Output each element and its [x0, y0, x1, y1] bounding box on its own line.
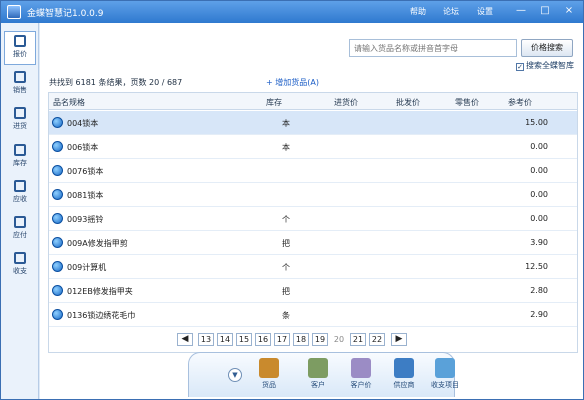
- inventory-icon: [14, 144, 26, 156]
- sidebar-item-label: 应付: [13, 231, 27, 239]
- customer-icon: [308, 358, 328, 378]
- table-row[interactable]: 0093摇铃个 0.00: [49, 207, 577, 231]
- sidebar-item-purchase[interactable]: 进货: [4, 104, 36, 138]
- search-summary: 共找到 6181 条结果，页数 20 / 687: [49, 78, 183, 87]
- page-19-button[interactable]: 19: [312, 333, 328, 346]
- bottom-quick-dock: ▼ 货品 客户 客户价 供应商 收支项目: [188, 352, 459, 397]
- checkbox-checked-icon[interactable]: ✓: [516, 63, 524, 71]
- settings-menu[interactable]: 设置: [477, 6, 493, 17]
- table-row[interactable]: 0136锁边绣花毛巾条 2.90: [49, 303, 577, 327]
- sidebar-item-label: 进货: [13, 122, 27, 130]
- app-icon: [7, 5, 21, 19]
- goods-icon: [259, 358, 279, 378]
- table-row[interactable]: 0081锁本 0.00: [49, 183, 577, 207]
- chart-icon: [14, 252, 26, 264]
- dock-item-goods[interactable]: 货品: [251, 358, 287, 396]
- forum-link[interactable]: 论坛: [443, 6, 459, 17]
- pagination: ◀ 13 14 15 16 17 18 19 20 21 22 ▶: [177, 333, 427, 348]
- payable-icon: [14, 216, 26, 228]
- window-title: 金蝶智慧记1.0.0.9: [27, 9, 104, 19]
- table-row[interactable]: 0076锁本 0.00: [49, 159, 577, 183]
- price-table: 品名规格 库存 进货价 批发价 零售价 参考价 004锁本本 15.00 006锁…: [48, 92, 578, 353]
- dock-item-label: 供应商: [393, 381, 415, 389]
- product-icon: [52, 261, 63, 272]
- table-header: 品名规格 库存 进货价 批发价 零售价 参考价: [49, 93, 577, 110]
- product-icon: [52, 117, 63, 128]
- collapse-dock-button[interactable]: ▼: [228, 368, 242, 382]
- table-row[interactable]: 012EB修发指甲夹把 2.80: [49, 279, 577, 303]
- dock-item-label: 客户价: [350, 381, 372, 389]
- product-icon: [52, 189, 63, 200]
- sidebar-item-label: 收支: [13, 267, 27, 275]
- page-15-button[interactable]: 15: [236, 333, 252, 346]
- search-smart-library-option[interactable]: ✓ 搜索全蝶智库: [516, 60, 582, 72]
- column-wholesale-price: 批发价: [396, 98, 420, 107]
- sidebar: 报价 销售 进货 库存 应收 应付 收支: [1, 23, 39, 399]
- next-page-button[interactable]: ▶: [391, 333, 407, 346]
- income-expense-icon: [435, 358, 455, 378]
- dock-item-label: 收支项目: [431, 381, 459, 389]
- sidebar-item-label: 销售: [13, 86, 27, 94]
- close-button[interactable]: ×: [559, 3, 579, 20]
- sidebar-item-payable[interactable]: 应付: [4, 213, 36, 247]
- column-purchase-price: 进货价: [334, 98, 358, 107]
- search-smart-library-label: 搜索全蝶智库: [526, 61, 574, 70]
- dock-item-supplier[interactable]: 供应商: [386, 358, 422, 396]
- table-row[interactable]: 009计算机个 12.50: [49, 255, 577, 279]
- purchase-cart-icon: [14, 107, 26, 119]
- table-row[interactable]: 004锁本本 15.00: [49, 111, 577, 135]
- sidebar-item-label: 报价: [13, 50, 27, 58]
- dock-item-income-expense[interactable]: 收支项目: [427, 358, 463, 396]
- product-icon: [52, 237, 63, 248]
- page-22-button[interactable]: 22: [369, 333, 385, 346]
- table-row[interactable]: 006锁本本 0.00: [49, 135, 577, 159]
- maximize-button[interactable]: □: [535, 3, 555, 20]
- customer-price-icon: [351, 358, 371, 378]
- table-row[interactable]: 009A修发指甲剪把 3.90: [49, 231, 577, 255]
- page-14-button[interactable]: 14: [217, 333, 233, 346]
- column-reference-price: 参考价: [508, 98, 532, 107]
- dock-item-label: 客户: [311, 381, 325, 389]
- minimize-button[interactable]: —: [511, 3, 531, 20]
- supplier-icon: [394, 358, 414, 378]
- page-16-button[interactable]: 16: [255, 333, 271, 346]
- sales-cart-icon: [14, 71, 26, 83]
- receivable-icon: [14, 180, 26, 192]
- application-window: 金蝶智慧记1.0.0.9 帮助 论坛 设置 — □ × 报价 销售 进货 库存 …: [0, 0, 584, 400]
- column-retail-price: 零售价: [455, 98, 479, 107]
- title-bar: 金蝶智慧记1.0.0.9 帮助 论坛 设置 — □ ×: [1, 1, 583, 23]
- page-18-button[interactable]: 18: [293, 333, 309, 346]
- product-icon: [52, 213, 63, 224]
- product-icon: [52, 141, 63, 152]
- column-stock: 库存: [266, 98, 282, 107]
- dock-item-customer[interactable]: 客户: [300, 358, 336, 396]
- page-21-button[interactable]: 21: [350, 333, 366, 346]
- page-13-button[interactable]: 13: [198, 333, 214, 346]
- sidebar-item-label: 库存: [13, 159, 27, 167]
- sidebar-item-receivable[interactable]: 应收: [4, 177, 36, 211]
- add-item-link[interactable]: + 增加货品(A): [266, 77, 319, 88]
- price-search-button[interactable]: 价格搜索: [521, 39, 573, 57]
- sidebar-item-label: 应收: [13, 195, 27, 203]
- page-17-button[interactable]: 17: [274, 333, 290, 346]
- product-icon: [52, 309, 63, 320]
- dock-item-customer-price[interactable]: 客户价: [343, 358, 379, 396]
- product-search-input[interactable]: [349, 39, 517, 57]
- sidebar-item-sales[interactable]: 销售: [4, 68, 36, 102]
- previous-page-button[interactable]: ◀: [177, 333, 193, 346]
- current-page: 20: [333, 335, 345, 344]
- product-icon: [52, 165, 63, 176]
- sidebar-item-quote[interactable]: 报价: [4, 31, 36, 65]
- quote-icon: [14, 35, 26, 47]
- sidebar-item-inventory[interactable]: 库存: [4, 141, 36, 175]
- dock-item-label: 货品: [262, 381, 276, 389]
- main-content: 价格搜索 ✓搜索全蝶智库 共找到 6181 条结果，页数 20 / 687 + …: [40, 23, 583, 399]
- product-icon: [52, 285, 63, 296]
- column-name: 品名规格: [53, 98, 85, 107]
- sidebar-item-income-expense[interactable]: 收支: [4, 249, 36, 283]
- help-link[interactable]: 帮助: [410, 6, 426, 17]
